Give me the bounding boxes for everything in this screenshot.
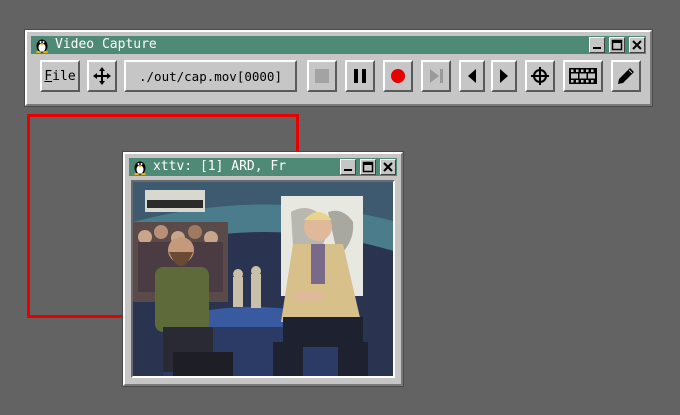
maximize-icon: [362, 161, 374, 173]
video-capture-titlebar[interactable]: Video Capture: [31, 36, 646, 54]
stop-square-icon: [315, 69, 329, 83]
close-button[interactable]: [380, 159, 396, 175]
skip-forward-icon: [430, 69, 443, 83]
move-button[interactable]: [87, 60, 117, 92]
crosshair-icon: [531, 67, 549, 85]
output-path-field[interactable]: ./out/cap.mov[0000]: [124, 60, 297, 92]
file-menu-label: File: [44, 68, 76, 84]
minimize-icon: [344, 169, 352, 171]
minimize-button[interactable]: [589, 37, 605, 53]
minimize-button[interactable]: [340, 159, 356, 175]
close-button[interactable]: [629, 37, 645, 53]
triangle-right-icon: [500, 69, 508, 83]
film-button[interactable]: [563, 60, 603, 92]
video-capture-window: Video Capture File ./out/cap.mov[0000]: [25, 30, 652, 106]
xttv-titlebar[interactable]: xttv: [1] ARD, Fr: [129, 158, 397, 176]
close-icon: [632, 40, 642, 50]
prev-button[interactable]: [459, 60, 485, 92]
output-path-text: ./out/cap.mov[0000]: [139, 68, 282, 84]
filmstrip-icon: [569, 68, 597, 84]
step-forward-button[interactable]: [421, 60, 451, 92]
window-title: Video Capture: [55, 37, 157, 52]
record-button[interactable]: [383, 60, 413, 92]
record-dot-icon: [391, 69, 405, 83]
pause-icon: [354, 69, 366, 83]
close-icon: [383, 162, 393, 172]
window-title: xttv: [1] ARD, Fr: [153, 159, 287, 174]
maximize-button[interactable]: [609, 37, 625, 53]
maximize-icon: [611, 39, 623, 51]
stop-button[interactable]: [307, 60, 337, 92]
move-arrows-icon: [93, 67, 111, 85]
crosshair-button[interactable]: [525, 60, 555, 92]
tv-broadcast-picture: [133, 182, 393, 376]
file-menu-button[interactable]: File: [40, 60, 80, 92]
tux-icon: [134, 161, 146, 175]
xttv-window: xttv: [1] ARD, Fr: [123, 152, 403, 386]
pause-button[interactable]: [345, 60, 375, 92]
maximize-button[interactable]: [360, 159, 376, 175]
pencil-icon: [618, 68, 634, 84]
minimize-icon: [593, 47, 601, 49]
pen-button[interactable]: [611, 60, 641, 92]
next-button[interactable]: [491, 60, 517, 92]
triangle-left-icon: [468, 69, 476, 83]
tux-icon: [36, 39, 48, 53]
tv-video-frame[interactable]: [131, 180, 395, 378]
